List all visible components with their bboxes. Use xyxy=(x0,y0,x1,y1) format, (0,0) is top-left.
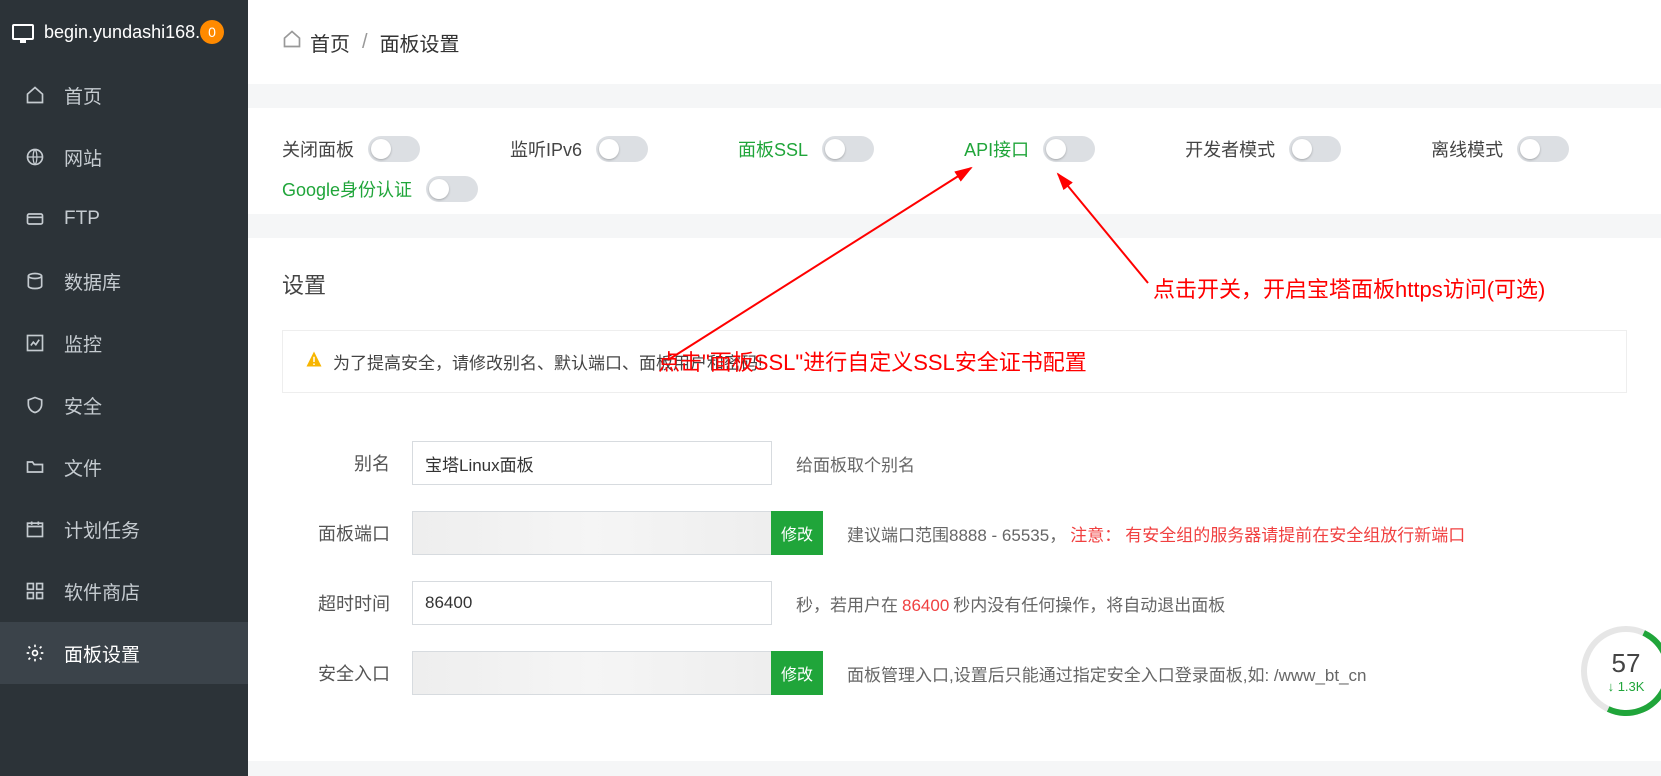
sidebar-item-security[interactable]: 安全 xyxy=(0,374,248,436)
gauge-widget[interactable]: 57 ↓ 1.3K xyxy=(1581,626,1661,716)
sidebar-item-label: 面板设置 xyxy=(64,640,140,667)
sidebar-item-files[interactable]: 文件 xyxy=(0,436,248,498)
globe-icon xyxy=(24,146,46,168)
label-port: 面板端口 xyxy=(282,520,390,546)
sidebar-item-label: 首页 xyxy=(64,82,102,109)
input-port[interactable] xyxy=(412,511,772,555)
label-alias: 别名 xyxy=(282,450,390,476)
hint-alias: 给面板取个别名 xyxy=(796,451,915,476)
breadcrumb-home[interactable]: 首页 xyxy=(310,28,350,57)
hint-timeout: 秒，若用户在 86400 秒内没有任何操作，将自动退出面板 xyxy=(796,591,1225,616)
toggle-dev[interactable] xyxy=(1289,136,1341,162)
sidebar-item-label: 文件 xyxy=(64,454,102,481)
settings-panel: 设置 为了提高安全，请修改别名、默认端口、面板用户和密码! 别名 给面板取个别名… xyxy=(248,238,1661,761)
sidebar-item-ftp[interactable]: FTP xyxy=(0,188,248,250)
toggle-label-ipv6: 监听IPv6 xyxy=(510,136,582,162)
toggle-ssl[interactable] xyxy=(822,136,874,162)
toggles-panel: 关闭面板 监听IPv6 面板SSL API接口 开发者模式 离线模式 xyxy=(248,108,1661,214)
row-entry: 安全入口 修改 面板管理入口,设置后只能通过指定安全入口登录面板,如: /www… xyxy=(282,651,1627,695)
toggle-api[interactable] xyxy=(1043,136,1095,162)
sidebar-item-panel[interactable]: 面板设置 xyxy=(0,622,248,684)
input-entry[interactable] xyxy=(412,651,772,695)
warning-icon xyxy=(305,350,323,373)
toggle-label-dev: 开发者模式 xyxy=(1185,136,1275,162)
label-entry: 安全入口 xyxy=(282,660,390,686)
btn-modify-entry[interactable]: 修改 xyxy=(771,651,823,695)
breadcrumb-sep: / xyxy=(362,31,368,54)
btn-modify-port[interactable]: 修改 xyxy=(771,511,823,555)
folder-icon xyxy=(24,456,46,478)
sidebar-item-site[interactable]: 网站 xyxy=(0,126,248,188)
toggle-label-close-panel: 关闭面板 xyxy=(282,136,354,162)
sidebar-item-label: 网站 xyxy=(64,144,102,171)
home-icon xyxy=(282,29,302,55)
gauge-sub: ↓ 1.3K xyxy=(1608,679,1645,694)
sidebar-item-label: 监控 xyxy=(64,330,102,357)
settings-title: 设置 xyxy=(282,268,1627,300)
home-icon xyxy=(24,84,46,106)
row-timeout: 超时时间 秒，若用户在 86400 秒内没有任何操作，将自动退出面板 xyxy=(282,581,1627,625)
sidebar-item-monitor[interactable]: 监控 xyxy=(0,312,248,374)
gear-icon xyxy=(24,642,46,664)
monitor-icon xyxy=(12,24,34,40)
breadcrumb-current: 面板设置 xyxy=(380,28,460,57)
alert-text: 为了提高安全，请修改别名、默认端口、面板用户和密码! xyxy=(333,349,763,374)
label-timeout: 超时时间 xyxy=(282,590,390,616)
toggle-ipv6[interactable] xyxy=(596,136,648,162)
shield-icon xyxy=(24,394,46,416)
security-alert: 为了提高安全，请修改别名、默认端口、面板用户和密码! xyxy=(282,330,1627,393)
sidebar-item-label: 安全 xyxy=(64,392,102,419)
input-alias[interactable] xyxy=(412,441,772,485)
toggle-label-api[interactable]: API接口 xyxy=(964,136,1029,162)
update-badge[interactable]: 0 xyxy=(200,20,224,44)
sidebar-item-label: FTP xyxy=(64,208,100,230)
toggle-label-ssl[interactable]: 面板SSL xyxy=(738,136,808,162)
ftp-icon xyxy=(24,208,46,230)
calendar-icon xyxy=(24,518,46,540)
apps-icon xyxy=(24,580,46,602)
toggle-offline[interactable] xyxy=(1517,136,1569,162)
row-alias: 别名 给面板取个别名 xyxy=(282,441,1627,485)
toggle-close-panel[interactable] xyxy=(368,136,420,162)
toggle-google[interactable] xyxy=(426,176,478,202)
hint-port: 建议端口范围8888 - 65535， 注意： 有安全组的服务器请提前在安全组放… xyxy=(847,521,1465,546)
row-port: 面板端口 修改 建议端口范围8888 - 65535， 注意： 有安全组的服务器… xyxy=(282,511,1627,555)
domain-text: begin.yundashi168.cc xyxy=(44,22,218,43)
gauge-number: 57 xyxy=(1612,648,1641,679)
sidebar-item-label: 计划任务 xyxy=(64,516,140,543)
main-area: 首页 / 面板设置 关闭面板 监听IPv6 面板SSL API接口 xyxy=(248,0,1661,776)
chart-icon xyxy=(24,332,46,354)
sidebar-item-db[interactable]: 数据库 xyxy=(0,250,248,312)
sidebar-item-soft[interactable]: 软件商店 xyxy=(0,560,248,622)
input-timeout[interactable] xyxy=(412,581,772,625)
sidebar: begin.yundashi168.cc 0 首页 网站 FTP 数据库 监控 … xyxy=(0,0,248,776)
sidebar-item-cron[interactable]: 计划任务 xyxy=(0,498,248,560)
database-icon xyxy=(24,270,46,292)
sidebar-item-label: 数据库 xyxy=(64,268,121,295)
sidebar-item-label: 软件商店 xyxy=(64,578,140,605)
sidebar-header: begin.yundashi168.cc 0 xyxy=(0,0,248,64)
breadcrumb: 首页 / 面板设置 xyxy=(248,0,1661,84)
hint-entry: 面板管理入口,设置后只能通过指定安全入口登录面板,如: /www_bt_cn xyxy=(847,661,1367,686)
toggle-label-google[interactable]: Google身份认证 xyxy=(282,176,412,202)
sidebar-item-home[interactable]: 首页 xyxy=(0,64,248,126)
toggle-label-offline: 离线模式 xyxy=(1431,136,1503,162)
